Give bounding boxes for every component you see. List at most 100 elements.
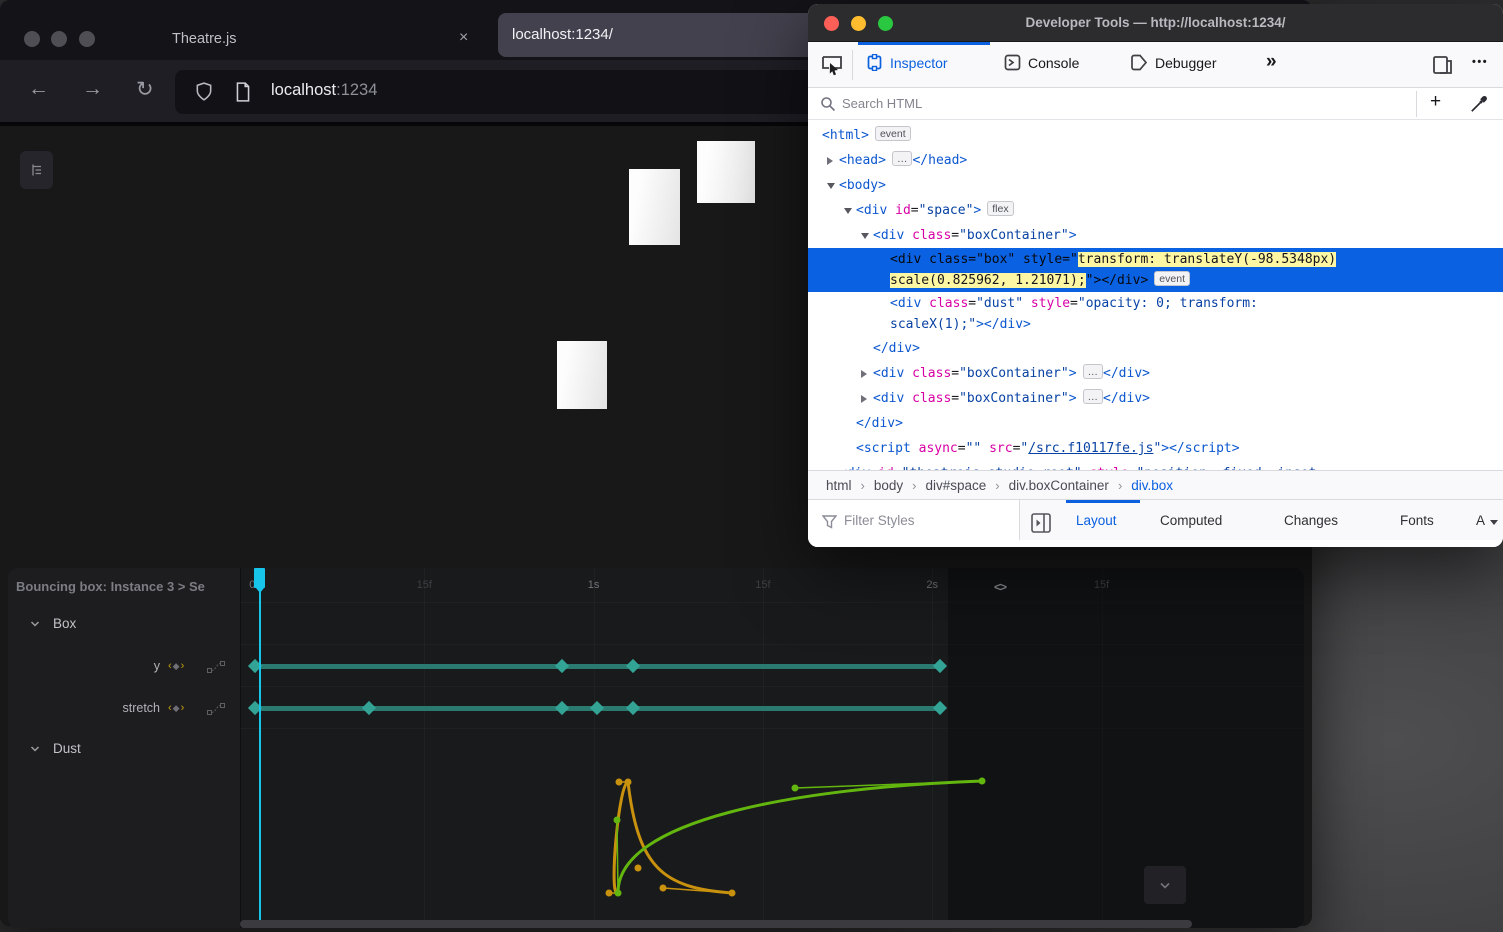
debugger-icon bbox=[1130, 54, 1148, 71]
attribute-value-token: "boxContainer" bbox=[959, 228, 1069, 243]
event-badge[interactable]: flex bbox=[987, 201, 1013, 216]
console-icon bbox=[1004, 54, 1021, 71]
meatball-menu-icon[interactable]: ••• bbox=[1472, 56, 1488, 68]
curve-control-point[interactable] bbox=[792, 785, 799, 792]
reload-icon[interactable]: ↻ bbox=[136, 77, 154, 102]
caret-open-icon[interactable] bbox=[844, 208, 852, 214]
curve-control-point[interactable] bbox=[729, 890, 736, 897]
active-side-tab-indicator bbox=[1066, 500, 1140, 503]
curve-control-point[interactable] bbox=[625, 779, 632, 786]
curve-control-point[interactable] bbox=[635, 865, 642, 872]
markup-row-selected[interactable]: <div class="box" style="transform: trans… bbox=[808, 248, 1503, 292]
window-zoom-button[interactable] bbox=[79, 31, 95, 47]
curve-control-point[interactable] bbox=[614, 817, 621, 824]
markup-row[interactable]: <body> bbox=[808, 173, 1503, 198]
ellipsis-badge[interactable]: … bbox=[1083, 364, 1104, 379]
close-tab-icon[interactable]: × bbox=[459, 29, 468, 47]
curve-control-point[interactable] bbox=[979, 778, 986, 785]
tag-token: ></script> bbox=[1161, 441, 1239, 456]
tag-token: <div bbox=[856, 203, 887, 218]
attribute-name-token: async bbox=[919, 441, 958, 456]
markup-row[interactable]: <div class="boxContainer"> bbox=[808, 223, 1503, 248]
window-minimize-button[interactable] bbox=[51, 31, 67, 47]
tag-token: </div> bbox=[873, 341, 920, 356]
attribute-name-token: class bbox=[912, 391, 951, 406]
punctuation-token bbox=[904, 391, 912, 406]
tab-fonts[interactable]: Fonts bbox=[1400, 513, 1434, 528]
collapse-graph-button[interactable] bbox=[1144, 866, 1186, 904]
breadcrumb: html›body›div#space›div.boxContainer›div… bbox=[808, 470, 1503, 500]
punctuation-token: = bbox=[968, 296, 976, 311]
markup-row[interactable]: <div class="boxContainer">…</div> bbox=[808, 361, 1503, 386]
bouncing-box-3 bbox=[557, 341, 607, 409]
devtools-close-button[interactable] bbox=[824, 16, 839, 31]
event-badge[interactable]: event bbox=[875, 126, 911, 141]
markup-row[interactable]: <script async="" src="/src.f10117fe.js">… bbox=[808, 436, 1503, 461]
tab-debugger[interactable]: Debugger bbox=[1130, 54, 1217, 71]
breadcrumb-item[interactable]: div#space bbox=[925, 478, 986, 493]
tab-computed[interactable]: Computed bbox=[1160, 513, 1222, 528]
tab-cut[interactable]: A bbox=[1476, 513, 1485, 528]
tag-token: <html> bbox=[822, 128, 869, 143]
devtools-minimize-button[interactable] bbox=[851, 16, 866, 31]
caret-closed-icon[interactable] bbox=[827, 157, 833, 165]
tab-theatrejs[interactable]: Theatre.js bbox=[172, 31, 236, 47]
punctuation-token bbox=[904, 366, 912, 381]
caret-open-icon[interactable] bbox=[861, 233, 869, 239]
markup-row[interactable]: <html> event bbox=[808, 123, 1503, 148]
attribute-value-token: "boxContainer" bbox=[959, 366, 1069, 381]
markup-row[interactable]: <div class="boxContainer">…</div> bbox=[808, 386, 1503, 411]
screen: Theatre.js × localhost:1234/ ← → ↻ local… bbox=[0, 0, 1503, 932]
tab-console[interactable]: Console bbox=[1004, 54, 1079, 71]
shield-icon[interactable] bbox=[195, 82, 213, 102]
devtools-titlebar: Developer Tools — http://localhost:1234/ bbox=[808, 4, 1503, 42]
playhead-handle[interactable] bbox=[254, 568, 265, 588]
timeline-horizontal-scrollbar[interactable] bbox=[240, 920, 1192, 928]
ellipsis-badge[interactable]: … bbox=[1083, 389, 1104, 404]
tab-localhost-label: localhost:1234/ bbox=[512, 13, 613, 57]
event-badge[interactable]: event bbox=[1154, 271, 1190, 286]
curve-control-point[interactable] bbox=[660, 885, 667, 892]
window-close-button[interactable] bbox=[24, 31, 40, 47]
link-token[interactable]: /src.f10117fe.js bbox=[1028, 441, 1153, 456]
curve-control-point[interactable] bbox=[615, 890, 622, 897]
caret-closed-icon[interactable] bbox=[861, 395, 867, 403]
forward-icon[interactable]: → bbox=[82, 77, 103, 101]
devtools-zoom-button[interactable] bbox=[878, 16, 893, 31]
tab-changes[interactable]: Changes bbox=[1284, 513, 1338, 528]
attribute-name-token: class bbox=[912, 228, 951, 243]
outliner-button[interactable] bbox=[20, 151, 53, 189]
attribute-value-token: "boxContainer" bbox=[959, 391, 1069, 406]
punctuation-token: = bbox=[958, 441, 966, 456]
breadcrumb-item[interactable]: div.boxContainer bbox=[1009, 478, 1109, 493]
breadcrumb-item[interactable]: html bbox=[826, 478, 852, 493]
tab-inspector[interactable]: Inspector bbox=[866, 54, 948, 71]
playhead-line[interactable] bbox=[259, 568, 261, 920]
curve-control-point[interactable] bbox=[606, 890, 613, 897]
page-icon[interactable] bbox=[235, 82, 251, 102]
tab-overflow-dropdown-icon[interactable] bbox=[1489, 519, 1499, 526]
markup-row[interactable]: <head>…</head> bbox=[808, 148, 1503, 173]
expand-pane-icon[interactable] bbox=[1030, 512, 1052, 534]
eyedropper-icon[interactable] bbox=[1470, 95, 1488, 113]
responsive-design-icon[interactable] bbox=[1432, 54, 1454, 76]
markup-row[interactable]: </div> bbox=[808, 411, 1503, 436]
tab-layout[interactable]: Layout bbox=[1076, 513, 1117, 528]
markup-row[interactable]: </div> bbox=[808, 336, 1503, 361]
back-icon[interactable]: ← bbox=[28, 77, 49, 101]
add-node-icon[interactable]: + bbox=[1430, 91, 1441, 113]
element-picker-icon[interactable] bbox=[820, 53, 844, 77]
caret-open-icon[interactable] bbox=[827, 183, 835, 189]
breadcrumb-item[interactable]: body bbox=[874, 478, 903, 493]
markup-row[interactable]: <div id="theatrejs-studio-root" style="p… bbox=[808, 461, 1503, 470]
more-tabs-icon[interactable]: » bbox=[1266, 51, 1277, 73]
markup-row[interactable]: <div class="dust" style="opacity: 0; tra… bbox=[808, 292, 1503, 336]
search-html-input[interactable]: Search HTML bbox=[842, 96, 922, 111]
caret-closed-icon[interactable] bbox=[861, 370, 867, 378]
breadcrumb-item[interactable]: div.box bbox=[1131, 478, 1173, 493]
filter-styles-input[interactable]: Filter Styles bbox=[844, 513, 915, 528]
markup-row[interactable]: <div id="space">flex bbox=[808, 198, 1503, 223]
graph-editor[interactable] bbox=[8, 568, 1304, 928]
curve-control-point[interactable] bbox=[616, 779, 623, 786]
ellipsis-badge[interactable]: … bbox=[892, 151, 913, 166]
